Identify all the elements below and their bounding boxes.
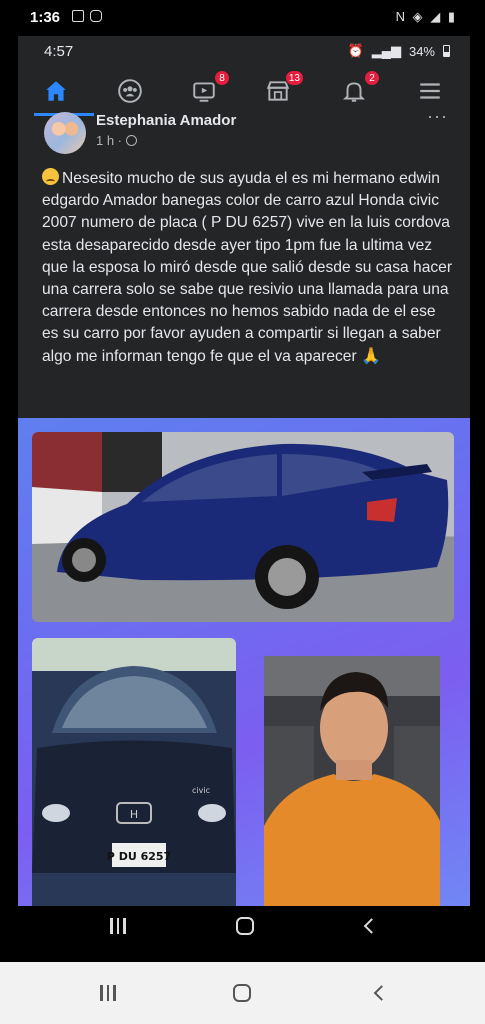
facebook-navbar: 8 13 2 bbox=[18, 66, 470, 117]
more-options-icon[interactable]: ··· bbox=[427, 106, 448, 127]
tab-marketplace[interactable]: 13 bbox=[258, 70, 304, 108]
license-plate: P DU 6257 bbox=[107, 850, 171, 863]
inner-status-bar: 4:57 ⏰ ▂▄▆ 34% bbox=[18, 36, 470, 66]
post-meta: 1 h · bbox=[96, 133, 138, 148]
outer-recents-icon[interactable] bbox=[100, 985, 116, 1001]
battery-icon bbox=[443, 45, 450, 57]
back-icon[interactable] bbox=[363, 918, 380, 934]
photo-car-front[interactable]: H P DU 6257 civic bbox=[32, 638, 236, 913]
tab-groups[interactable] bbox=[110, 74, 150, 108]
home-icon bbox=[46, 81, 66, 101]
screenshot-frame: 4:57 ⏰ ▂▄▆ 34% 8 13 2 Estephania Amador … bbox=[18, 36, 470, 946]
watch-icon bbox=[193, 82, 215, 102]
post-author[interactable]: Estephania Amador bbox=[96, 112, 236, 129]
photo-person[interactable] bbox=[264, 656, 440, 911]
tab-home[interactable] bbox=[36, 74, 76, 108]
outer-clock: 1:36 bbox=[30, 9, 61, 26]
praying-hands-icon: 🙏 bbox=[361, 347, 381, 365]
person-selfie-illustration bbox=[264, 656, 440, 911]
notifications-badge: 2 bbox=[364, 70, 380, 86]
battery-percent: 34% bbox=[408, 43, 435, 59]
post-time[interactable]: 1 h · bbox=[96, 133, 122, 148]
car-front-illustration: H P DU 6257 civic bbox=[32, 666, 236, 873]
tab-notifications[interactable]: 2 bbox=[334, 70, 380, 108]
photo-car-side[interactable] bbox=[32, 432, 454, 622]
civic-badge: civic bbox=[192, 786, 210, 795]
outer-status-icons: N ◈ ◢ ▮ bbox=[395, 9, 457, 24]
home-button-icon[interactable] bbox=[236, 917, 254, 935]
outer-notification-icons bbox=[72, 10, 102, 22]
inner-system-navbar bbox=[18, 906, 470, 946]
instagram-icon bbox=[90, 10, 102, 22]
car-side-illustration bbox=[32, 432, 449, 609]
tab-watch[interactable]: 8 bbox=[184, 70, 230, 108]
outer-status-bar: 1:36 N ◈ ◢ ▮ bbox=[0, 0, 485, 36]
alarm-icon: ⏰ bbox=[347, 43, 364, 58]
inner-status-icons: ⏰ ▂▄▆ 34% bbox=[348, 43, 450, 59]
gallery-icon bbox=[72, 10, 84, 22]
signal-icon: ▂▄▆ bbox=[371, 43, 401, 58]
crying-emoji-icon bbox=[42, 168, 59, 185]
outer-system-navbar bbox=[0, 962, 485, 1024]
post-body: Nesesito mucho de sus ayuda el es mi her… bbox=[42, 170, 453, 365]
svg-text:H: H bbox=[130, 808, 138, 821]
post-text: Nesesito mucho de sus ayuda el es mi her… bbox=[18, 166, 470, 418]
inner-clock: 4:57 bbox=[44, 43, 74, 60]
post-photos[interactable]: H P DU 6257 civic bbox=[18, 418, 470, 946]
bell-icon bbox=[342, 82, 366, 102]
outer-home-button-icon[interactable] bbox=[233, 984, 251, 1002]
outer-back-icon[interactable] bbox=[373, 985, 390, 1001]
groups-icon bbox=[118, 79, 142, 103]
marketplace-badge: 13 bbox=[284, 70, 304, 86]
menu-icon bbox=[420, 83, 440, 99]
globe-icon bbox=[126, 135, 138, 146]
tab-menu[interactable] bbox=[410, 74, 450, 108]
watch-badge: 8 bbox=[214, 70, 230, 86]
avatar[interactable] bbox=[44, 112, 86, 154]
recents-icon[interactable] bbox=[110, 918, 126, 934]
